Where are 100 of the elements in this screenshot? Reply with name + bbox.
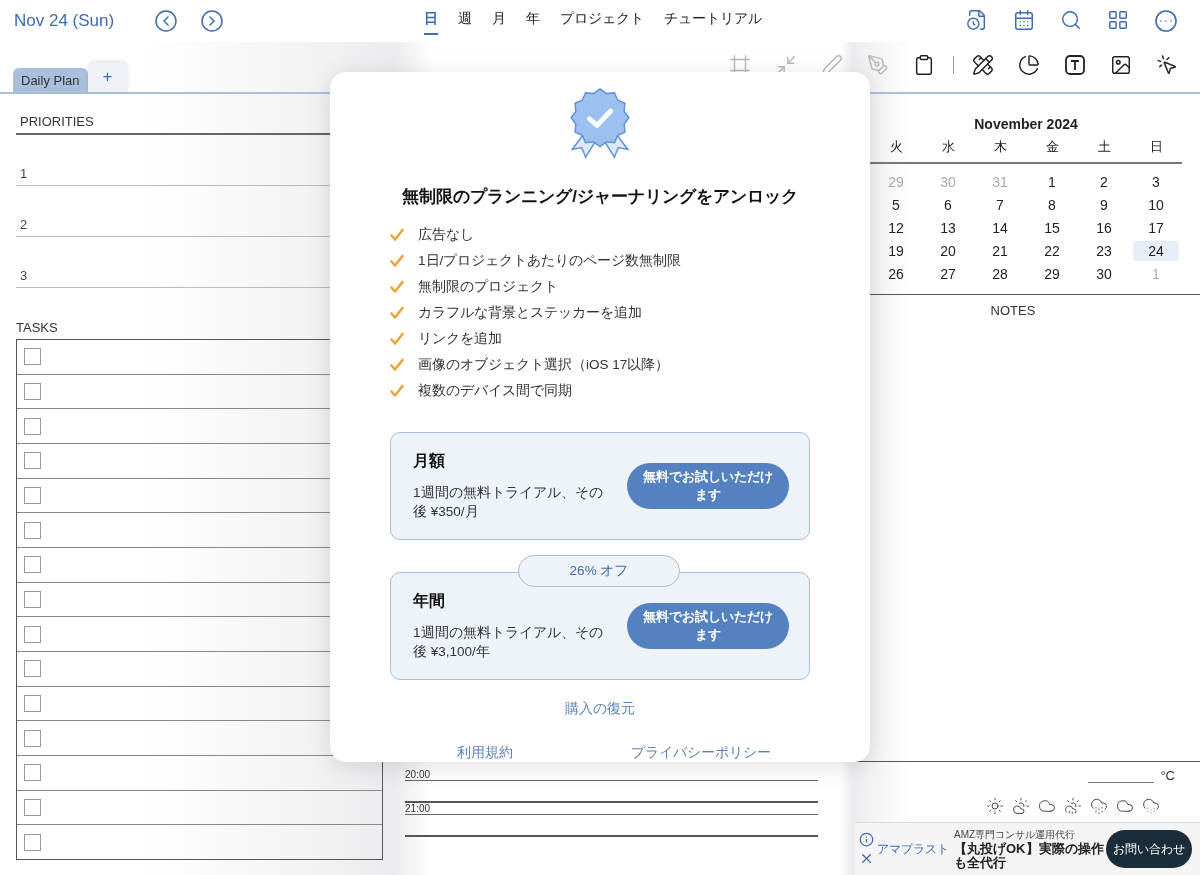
time-label: 21:00 [405,803,431,814]
rain-cloud-icon[interactable] [1090,797,1108,815]
calendar-day[interactable]: 17 [1133,218,1179,238]
previous-button[interactable] [154,9,178,33]
info-icon[interactable] [859,832,874,847]
cloud-sun-rain-icon[interactable] [1064,797,1082,815]
calendar-icon[interactable] [1013,9,1035,31]
calendar-day[interactable]: 13 [925,218,971,238]
plan-description: 1週間の無料トライアル、その後 ¥3,100/年 [413,623,604,661]
checkmark-icon [390,254,404,268]
calendar-day[interactable]: 26 [873,264,919,284]
calendar-day[interactable]: 14 [977,218,1023,238]
calendar-day[interactable]: 7 [977,195,1023,215]
snow-cloud-icon[interactable] [1142,797,1160,815]
view-tab[interactable]: 月 [492,10,506,35]
task-checkbox[interactable] [24,556,41,574]
sun-icon[interactable] [986,797,1004,815]
calendar-day[interactable]: 24 [1133,241,1179,261]
task-checkbox[interactable] [24,521,41,539]
page-tab[interactable]: Daily Plan [13,68,88,92]
restore-link[interactable]: 購入の復元 [565,700,635,718]
notes-title: NOTES [990,303,1036,318]
view-tab[interactable]: 日 [424,10,438,35]
feature-text: 広告なし [418,226,474,244]
task-checkbox[interactable] [24,348,41,366]
calendar-day[interactable]: 8 [1029,195,1075,215]
ad-banner[interactable]: アマプラスト AMZ専門コンサル運用代行 【丸投げOK】実際の操作も全代行 お問い合わせ [855,822,1200,875]
ad-sponsor: AMZ専門コンサル運用代行 [954,827,1077,841]
grid-icon[interactable] [1107,9,1129,31]
calendar-day[interactable]: 21 [977,241,1023,261]
view-tab[interactable]: チュートリアル [664,10,762,35]
free-trial-button[interactable]: 無料でお試しいただけます [627,603,789,649]
add-tab-button[interactable]: + [87,62,128,92]
calendar-day[interactable]: 12 [873,218,919,238]
weekday-label: 土 [1096,138,1112,156]
calendar-day[interactable]: 20 [925,241,971,261]
free-trial-button[interactable]: 無料でお試しいただけます [627,463,789,509]
checkmark-icon [390,228,404,242]
checkmark-icon [390,384,404,398]
task-checkbox[interactable] [24,487,41,504]
calendar-day[interactable]: 9 [1081,195,1127,215]
time-label: 20:00 [405,769,431,780]
footer-link[interactable]: 利用規約 [457,744,513,762]
close-icon[interactable] [859,851,874,866]
calendar-day[interactable]: 3 [1133,172,1179,192]
footer-link[interactable]: プライバシーポリシー [631,744,771,762]
image-icon[interactable] [1110,54,1132,76]
feature-text: 無制限のプロジェクト [418,278,558,296]
feature-text: 1日/プロジェクトあたりのページ数無制限 [418,252,682,270]
calendar-day[interactable]: 29 [1029,264,1075,284]
calendar-day[interactable]: 27 [925,264,971,284]
cloud-sun-icon[interactable] [1012,797,1030,815]
view-tab[interactable]: プロジェクト [560,10,644,35]
view-tab[interactable]: 週 [458,10,472,35]
contact-button[interactable]: お問い合わせ [1106,830,1192,868]
task-checkbox[interactable] [24,383,41,400]
weekday-label: 水 [940,138,956,156]
pointer-click-icon[interactable] [1156,54,1178,76]
calendar-day[interactable]: 1 [1029,172,1075,192]
calendar-day[interactable]: 23 [1081,241,1127,261]
task-checkbox[interactable] [24,799,41,817]
calendar-day[interactable]: 19 [873,241,919,261]
calendar-day[interactable]: 28 [977,264,1023,284]
feature-text: リンクを追加 [418,330,502,348]
task-checkbox[interactable] [24,729,41,747]
calendar-day[interactable]: 15 [1029,218,1075,238]
cloud-icon[interactable] [1038,797,1056,815]
task-checkbox[interactable] [24,452,41,470]
temperature-unit: °C [1160,768,1175,783]
calendar-day[interactable]: 2 [1081,172,1127,192]
task-checkbox[interactable] [24,417,41,435]
plan-card[interactable]: 月額 1週間の無料トライアル、その後 ¥350/月 無料でお試しいただけます [390,432,810,540]
calendar-day[interactable]: 22 [1029,241,1075,261]
next-button[interactable] [200,9,224,33]
view-tab[interactable]: 年 [526,10,540,35]
text-box-icon[interactable] [1064,54,1086,76]
checkmark-icon [390,358,404,372]
more-icon[interactable] [1154,9,1178,33]
weekday-label: 木 [992,138,1008,156]
calendar-day[interactable]: 16 [1081,218,1127,238]
calendar-day[interactable]: 5 [873,195,919,215]
clock-document-icon[interactable] [966,9,988,31]
task-checkbox[interactable] [24,625,41,643]
search-icon[interactable] [1060,9,1082,31]
calendar-day[interactable]: 10 [1133,195,1179,215]
task-checkbox[interactable] [24,660,41,678]
task-checkbox[interactable] [24,764,41,782]
feature-text: カラフルな背景とステッカーを追加 [418,304,642,322]
ad-headline: 【丸投げOK】実際の操作も全代行 [954,841,1105,871]
task-checkbox[interactable] [24,833,41,851]
cloud-icon[interactable] [1116,797,1134,815]
pie-chart-icon[interactable] [1018,54,1040,76]
pencil-ruler-icon[interactable] [972,54,994,76]
clipboard-icon[interactable] [913,54,935,76]
checkmark-icon [390,306,404,320]
calendar-day[interactable]: 30 [1081,264,1127,284]
calendar-day[interactable]: 6 [925,195,971,215]
task-checkbox[interactable] [24,695,41,713]
task-checkbox[interactable] [24,591,41,609]
dialog-title: 無制限のプランニング/ジャーナリングをアンロック [402,186,798,208]
